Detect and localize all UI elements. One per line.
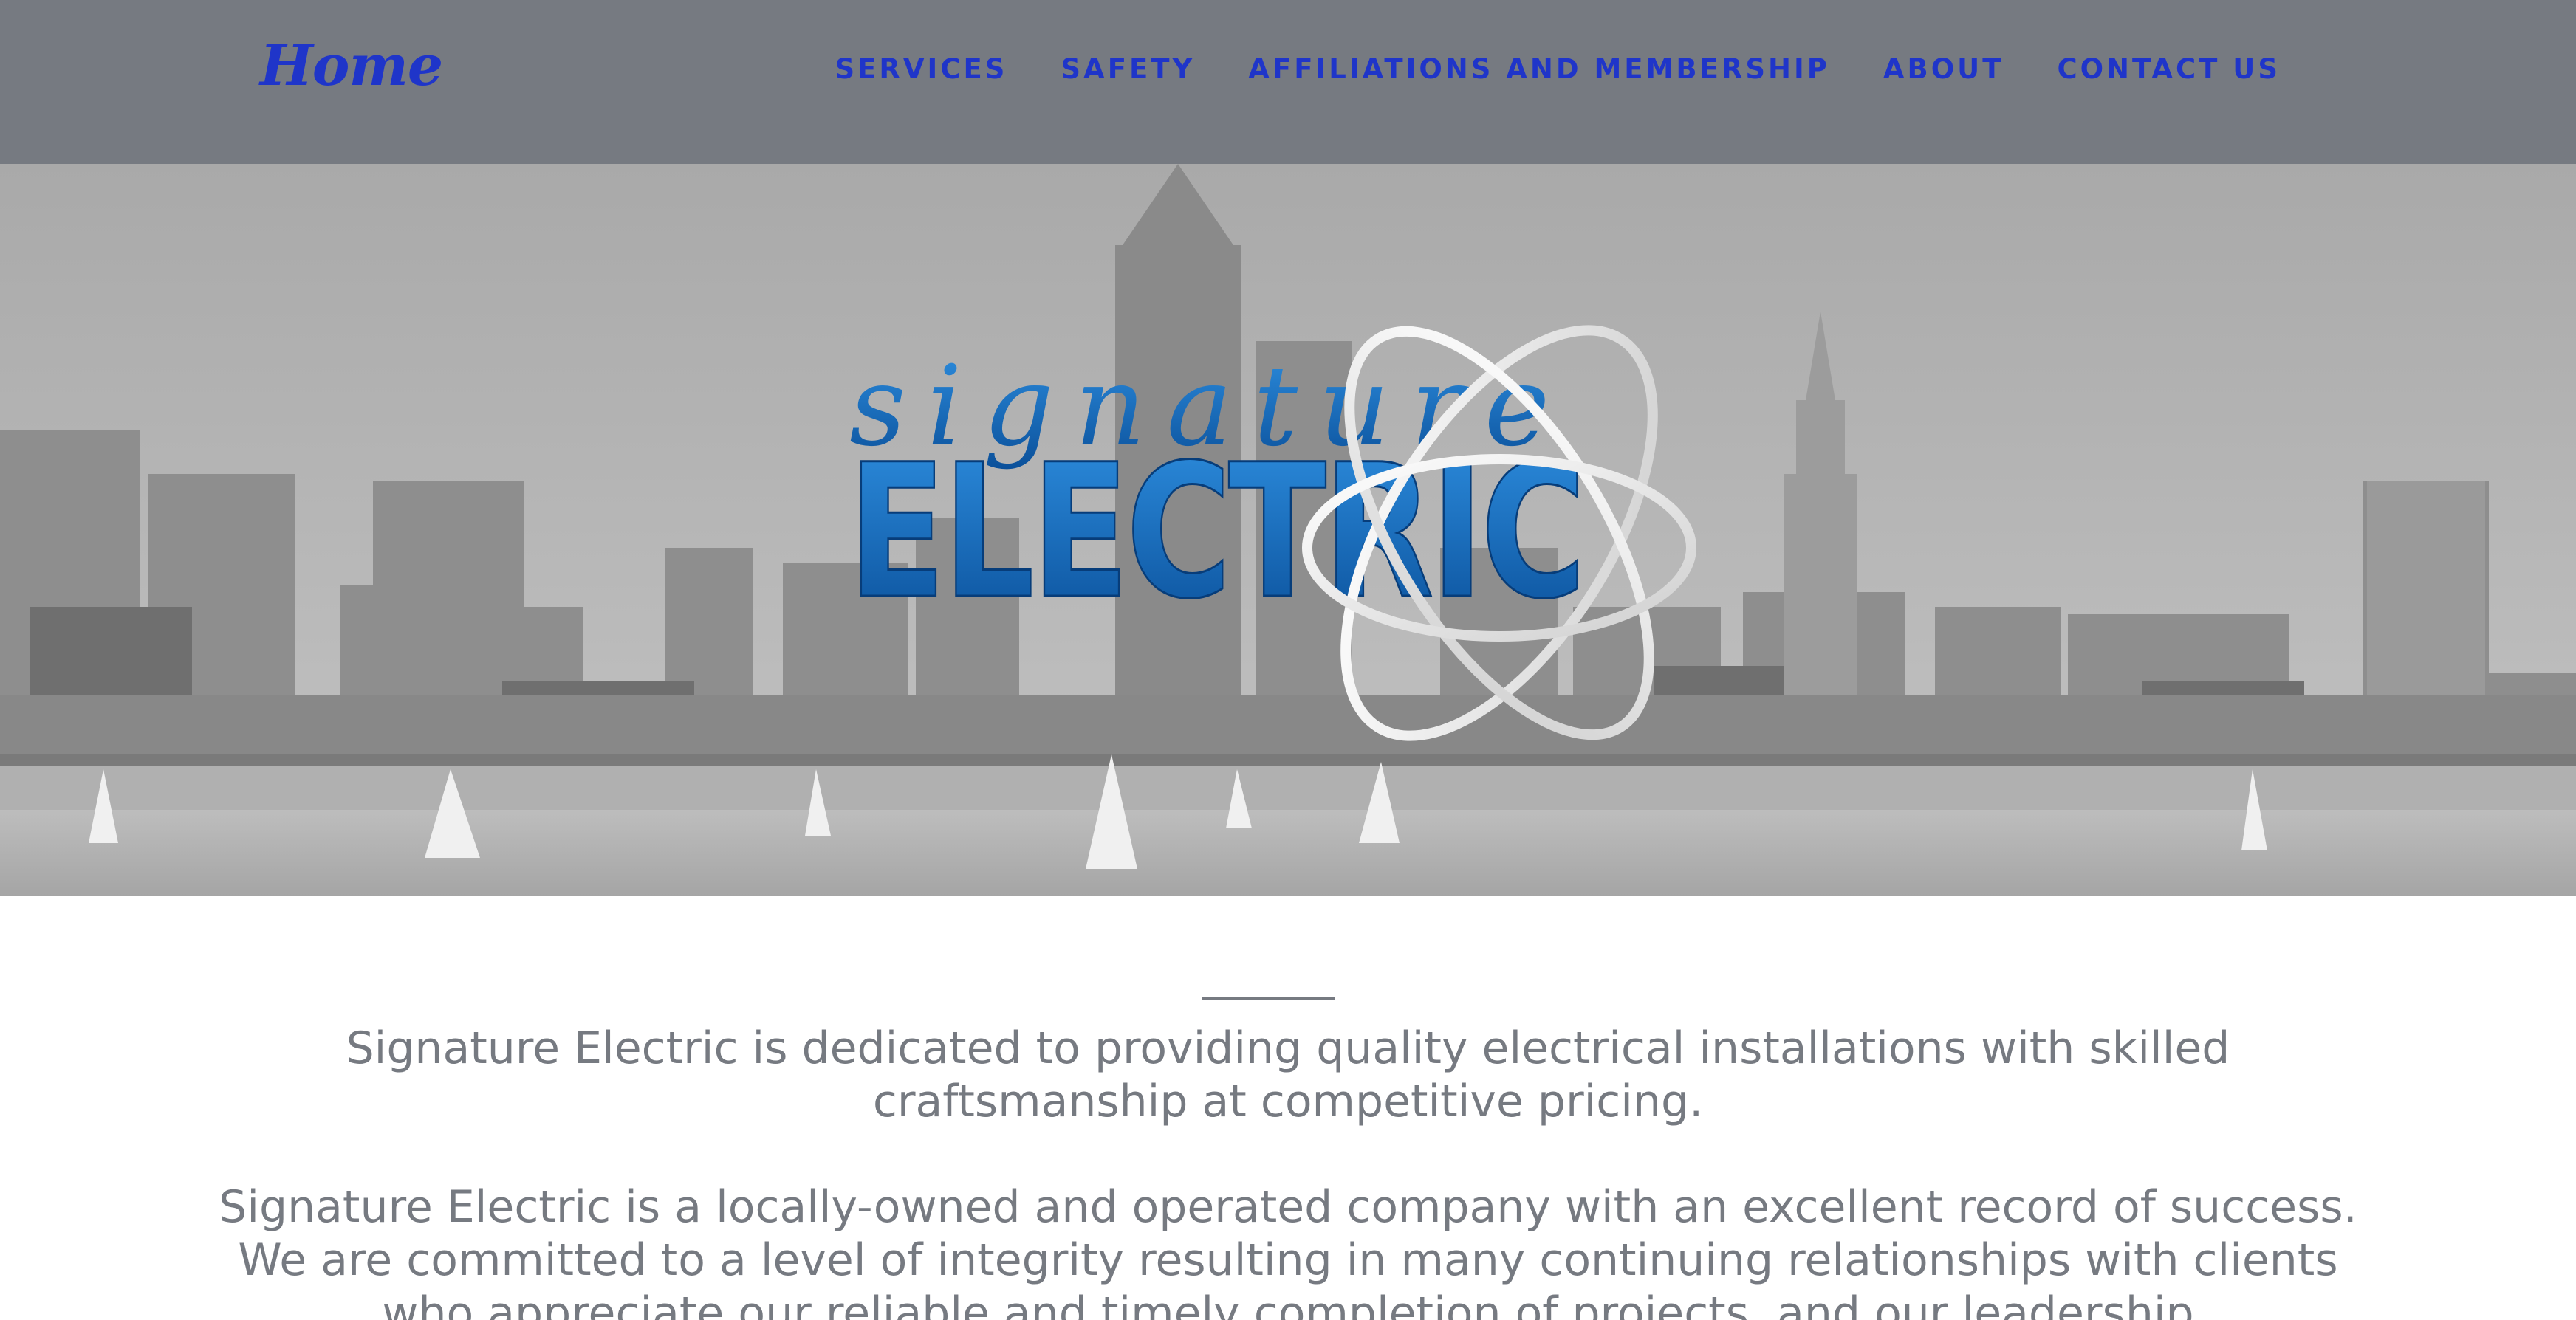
nav-link-about[interactable]: ABOUT	[1883, 53, 2004, 85]
intro-paragraph: Signature Electric is dedicated to provi…	[346, 1022, 2230, 1127]
nav-link-services[interactable]: SERVICES	[835, 53, 1008, 85]
home-link[interactable]: Home	[260, 32, 443, 98]
section-divider	[1202, 997, 1335, 1000]
intro-section: Signature Electric is dedicated to provi…	[0, 896, 2576, 1320]
about-paragraph: Signature Electric is a locally-owned an…	[219, 1181, 2357, 1320]
city-skyline-image: signature ELECTRIC	[0, 164, 2576, 896]
nav-link-affiliations[interactable]: AFFILIATIONS AND MEMBERSHIP	[1248, 53, 1830, 85]
site-header: Home SERVICES SAFETY AFFILIATIONS AND ME…	[0, 0, 2576, 164]
main-nav: SERVICES SAFETY AFFILIATIONS AND MEMBERS…	[835, 53, 2281, 85]
nav-link-contact[interactable]: CONTACT US	[2057, 53, 2281, 85]
hero-banner: signature ELECTRIC	[0, 164, 2576, 896]
nav-link-safety[interactable]: SAFETY	[1061, 53, 1195, 85]
